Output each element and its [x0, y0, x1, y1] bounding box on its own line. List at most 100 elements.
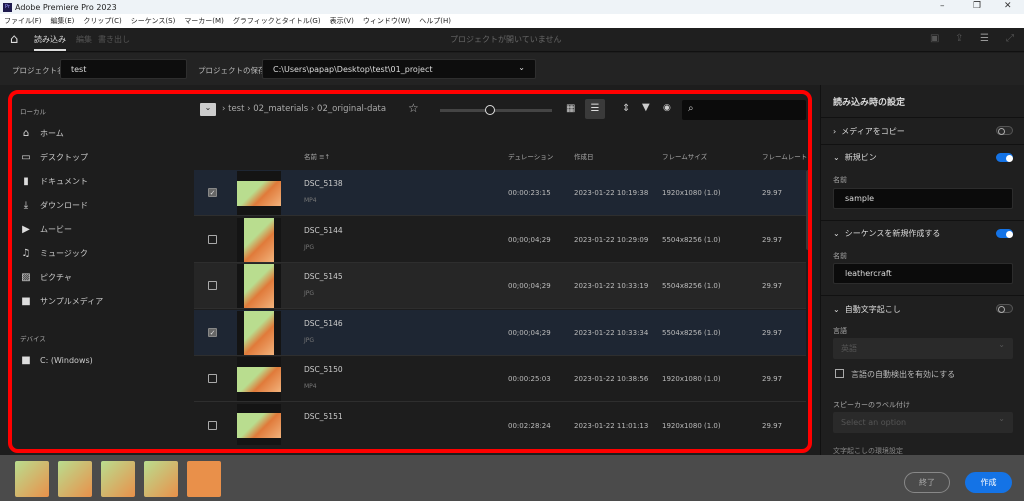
menu-graphics[interactable]: グラフィックとタイトル(G)	[233, 16, 321, 26]
selected-thumbnail[interactable]	[187, 461, 221, 497]
language-select[interactable]: 英語	[833, 338, 1013, 359]
window-title: Adobe Premiere Pro 2023	[15, 2, 117, 12]
bin-name-input[interactable]: sample	[833, 188, 1013, 209]
sidebar-item[interactable]: ⤓ ダウンロード	[20, 200, 88, 211]
menu-clip[interactable]: クリップ(C)	[83, 16, 121, 26]
new-sequence-header[interactable]: ⌄ シーケンスを新規作成する	[833, 228, 940, 239]
column-created[interactable]: 作成日	[574, 151, 594, 161]
import-settings-panel: 読み込み時の設定 › メディアをコピー ⌄ 新規ビン 名前 sample ⌄ シ…	[820, 85, 1024, 455]
list-view-icon[interactable]: ☰	[585, 99, 605, 119]
tab-import[interactable]: 読み込み	[34, 34, 66, 51]
sidebar-item[interactable]: ▶ ムービー	[20, 224, 72, 235]
row-checkbox[interactable]	[208, 281, 217, 290]
column-name[interactable]: 名前 ≡↑	[304, 151, 330, 161]
table-row[interactable]: DSC_5145 JPG 00;00;04;29 2023-01-22 10:3…	[194, 263, 806, 309]
restore-button[interactable]: ❐	[973, 1, 981, 11]
breadcrumb-original-data[interactable]: 02_original-data	[317, 104, 386, 114]
column-duration[interactable]: デュレーション	[508, 151, 553, 161]
new-bin-header[interactable]: ⌄ 新規ビン	[833, 152, 877, 163]
home-icon: ⌂	[22, 128, 30, 139]
grid-view-icon[interactable]: ▦	[566, 103, 575, 114]
home-icon[interactable]: ⌂	[10, 32, 18, 47]
auto-transcribe-header[interactable]: ⌄ 自動文字起こし	[833, 304, 901, 315]
sidebar-item-label: ダウンロード	[40, 201, 88, 210]
menu-marker[interactable]: マーカー(M)	[184, 16, 224, 26]
menu-view[interactable]: 表示(V)	[330, 16, 354, 26]
column-frame-rate[interactable]: フレームレート	[762, 151, 807, 161]
project-location-select[interactable]: C:\Users\papap\Desktop\test\01_project ⌄	[262, 59, 536, 79]
folder-icon: ■	[21, 355, 31, 366]
filter-icon[interactable]: ▼	[642, 102, 650, 113]
menu-edit[interactable]: 編集(E)	[51, 16, 75, 26]
premiere-logo: Pr	[3, 2, 12, 12]
sidebar-item[interactable]: ▭ デスクトップ	[20, 152, 88, 163]
table-row[interactable]: DSC_5150 MP4 00:00:25:03 2023-01-22 10:3…	[194, 356, 806, 402]
row-checkbox[interactable]	[208, 234, 217, 244]
breadcrumb-test[interactable]: test	[228, 104, 244, 114]
table-row[interactable]: DSC_5144 JPG 00;00;04;29 2023-01-22 10:2…	[194, 216, 806, 263]
workspace-icon[interactable]: ☰	[980, 33, 989, 44]
chevron-down-icon: ⌄	[518, 63, 525, 72]
frame-rate: 29.97	[762, 421, 783, 430]
breadcrumb-materials[interactable]: 02_materials	[253, 104, 308, 114]
selected-thumbnail[interactable]	[58, 461, 92, 497]
column-frame-size[interactable]: フレームサイズ	[662, 151, 707, 161]
view-options-icon[interactable]: ◉	[663, 103, 671, 113]
tab-edit[interactable]: 編集	[76, 34, 92, 45]
media-thumbnail	[237, 264, 281, 308]
menu-help[interactable]: ヘルプ(H)	[419, 16, 451, 26]
picture-icon: ▨	[21, 272, 31, 283]
selected-thumbnail[interactable]	[144, 461, 178, 497]
sidebar-item-c-drive[interactable]: ■ C: (Windows)	[20, 355, 93, 366]
sidebar-item[interactable]: ♫ ミュージック	[20, 248, 88, 259]
file-name: DSC_5144	[304, 225, 343, 235]
duration: 00:02:28:24	[508, 421, 551, 430]
menu-sequence[interactable]: シーケンス(S)	[131, 16, 176, 26]
folder-up-icon[interactable]: ⌄	[200, 103, 216, 116]
scrollbar[interactable]	[806, 170, 810, 250]
new-sequence-toggle[interactable]	[996, 229, 1013, 238]
selected-thumbnail[interactable]	[15, 461, 49, 497]
sidebar-item[interactable]: ▨ ピクチャ	[20, 272, 72, 283]
close-button[interactable]: ✕	[1004, 1, 1012, 11]
sidebar-item[interactable]: ⌂ ホーム	[20, 128, 64, 139]
create-button[interactable]: 作成	[965, 472, 1012, 493]
folder-icon: ■	[21, 296, 31, 307]
file-name: DSC_5138	[304, 179, 343, 188]
speaker-select[interactable]: Select an option	[833, 412, 1013, 433]
sidebar-item[interactable]: ▮ ドキュメント	[20, 176, 88, 187]
favorite-star-icon[interactable]: ☆	[408, 101, 419, 115]
notification-icon[interactable]: ▣	[930, 33, 939, 44]
search-input[interactable]: ⌕	[682, 100, 806, 120]
menu-file[interactable]: ファイル(F)	[4, 16, 42, 26]
menu-window[interactable]: ウィンドウ(W)	[363, 16, 410, 26]
selected-thumbnail[interactable]	[101, 461, 135, 497]
duration: 00;00;04;29	[508, 235, 551, 244]
sort-icon[interactable]: ⇕	[622, 103, 630, 114]
project-name-input[interactable]: test	[60, 59, 187, 79]
row-checkbox[interactable]: ✓	[208, 327, 217, 337]
auto-transcribe-toggle[interactable]	[996, 304, 1013, 313]
sidebar-item-label: ピクチャ	[40, 273, 72, 282]
exit-button[interactable]: 終了	[904, 472, 950, 493]
table-row[interactable]: DSC_5151 00:02:28:24 2023-01-22 11:01:13…	[194, 402, 806, 449]
minimize-button[interactable]: –	[940, 1, 945, 11]
new-bin-toggle[interactable]	[996, 153, 1013, 162]
sequence-name-input[interactable]: leathercraft	[833, 263, 1013, 284]
sidebar-item-label: C: (Windows)	[40, 356, 93, 365]
fullscreen-icon[interactable]: ⤢	[1006, 33, 1014, 44]
sidebar-item[interactable]: ■ サンプルメディア	[20, 296, 103, 307]
tab-export[interactable]: 書き出し	[98, 34, 130, 45]
auto-detect-checkbox[interactable]	[835, 369, 844, 378]
file-type: JPG	[304, 290, 315, 297]
auto-detect-label: 言語の自動検出を有効にする	[851, 370, 956, 379]
row-checkbox[interactable]	[208, 374, 217, 383]
thumbnail-size-slider[interactable]	[440, 105, 552, 115]
share-icon[interactable]: ⇪	[955, 33, 963, 44]
row-checkbox[interactable]: ✓	[208, 188, 217, 197]
row-checkbox[interactable]	[208, 420, 217, 430]
table-row[interactable]: ✓ DSC_5146 JPG 00;00;04;29 2023-01-22 10…	[194, 309, 806, 356]
table-row[interactable]: ✓ DSC_5138 MP4 00:00:23:15 2023-01-22 10…	[194, 170, 806, 216]
copy-media-toggle[interactable]	[996, 126, 1013, 135]
copy-media-header[interactable]: › メディアをコピー	[833, 126, 905, 137]
